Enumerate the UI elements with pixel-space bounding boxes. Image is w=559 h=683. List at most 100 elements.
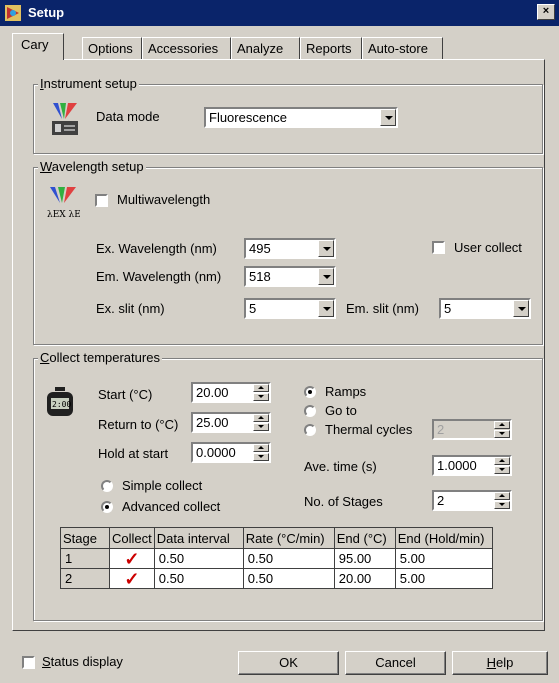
go-to-label: Go to	[325, 403, 357, 418]
spin-down-icon[interactable]	[253, 393, 269, 401]
em-wavelength-label: Em. Wavelength (nm)	[96, 269, 222, 284]
return-to-label: Return to (°C)	[98, 417, 179, 432]
help-button[interactable]: Help	[452, 651, 548, 675]
ex-wavelength-value: 495	[249, 241, 271, 256]
table-row: 1 ✓ 0.50 0.50 95.00 5.00	[60, 548, 493, 569]
collect-temperatures-label: Collect temperatures	[38, 350, 162, 365]
spin-down-icon[interactable]	[253, 423, 269, 431]
tab-reports[interactable]: Reports	[300, 37, 362, 59]
user-collect-label: User collect	[454, 240, 522, 255]
start-label: Start (°C)	[98, 387, 153, 402]
return-to-spinner[interactable]: 25.00	[191, 412, 271, 433]
end-temp-cell[interactable]: 20.00	[333, 568, 396, 589]
table-row: 2 ✓ 0.50 0.50 20.00 5.00	[60, 568, 493, 589]
svg-text:2:00: 2:00	[52, 400, 71, 409]
collect-cell[interactable]: ✓	[109, 568, 155, 589]
ok-button[interactable]: OK	[238, 651, 339, 675]
wavelength-setup-label: Wavelength setup	[38, 159, 146, 174]
spin-up-icon[interactable]	[494, 492, 510, 500]
timer-icon: 2:00	[47, 387, 73, 416]
tab-accessories[interactable]: Accessories	[142, 37, 231, 59]
multiwavelength-checkbox[interactable]	[95, 194, 108, 207]
close-button[interactable]: ×	[537, 4, 555, 20]
instrument-setup-group: Instrument setup Data mode Fluorescence	[33, 76, 543, 154]
column-header[interactable]: End (°C)	[333, 527, 396, 549]
spin-down-icon[interactable]	[494, 430, 510, 438]
collect-temperatures-group: Collect temperatures 2:00 Start (°C) 20.…	[33, 350, 543, 621]
advanced-collect-radio[interactable]	[101, 501, 113, 513]
hold-at-start-spinner[interactable]: 0.0000	[191, 442, 271, 463]
em-slit-value: 5	[444, 301, 452, 316]
rate-cell[interactable]: 0.50	[242, 568, 335, 589]
data-mode-select[interactable]: Fluorescence	[204, 107, 398, 128]
end-hold-cell[interactable]: 5.00	[394, 568, 493, 589]
user-collect-checkbox[interactable]	[432, 241, 445, 254]
spin-up-icon[interactable]	[253, 414, 269, 422]
thermal-cycles-radio[interactable]	[304, 424, 316, 436]
chevron-down-icon[interactable]	[513, 300, 529, 317]
multiwavelength-label: Multiwavelength	[117, 192, 211, 207]
column-header[interactable]: End (Hold/min)	[394, 527, 493, 549]
em-slit-select[interactable]: 5	[439, 298, 531, 319]
chevron-down-icon[interactable]	[318, 240, 334, 257]
wavelength-icon: λEX λEM	[47, 187, 80, 220]
tab-cary[interactable]: Cary	[12, 33, 64, 60]
em-wavelength-select[interactable]: 518	[244, 266, 336, 287]
end-hold-cell[interactable]: 5.00	[394, 548, 493, 569]
spin-up-icon[interactable]	[494, 457, 510, 465]
ave-time-label: Ave. time (s)	[304, 459, 377, 474]
spin-up-icon[interactable]	[253, 444, 269, 452]
data-mode-label: Data mode	[96, 109, 160, 124]
spin-down-icon[interactable]	[253, 453, 269, 461]
chevron-down-icon[interactable]	[318, 300, 334, 317]
thermal-cycles-spinner[interactable]: 2	[432, 419, 512, 440]
tab-options[interactable]: Options	[82, 37, 142, 59]
app-icon	[5, 5, 21, 21]
window-title: Setup	[28, 5, 65, 20]
spin-down-icon[interactable]	[494, 466, 510, 474]
ave-time-spinner[interactable]: 1.0000	[432, 455, 512, 476]
stages-spinner[interactable]: 2	[432, 490, 512, 511]
check-icon: ✓	[124, 548, 140, 569]
tab-analyze[interactable]: Analyze	[231, 37, 300, 59]
status-display-label: Status display	[42, 654, 123, 669]
simple-collect-label: Simple collect	[122, 478, 203, 493]
spin-up-icon[interactable]	[494, 421, 510, 429]
status-display-checkbox[interactable]	[22, 656, 35, 669]
check-icon: ✓	[124, 568, 140, 589]
ex-wavelength-select[interactable]: 495	[244, 238, 336, 259]
stages-value: 2	[437, 493, 445, 508]
title-bar: Setup ×	[0, 0, 559, 26]
ex-slit-select[interactable]: 5	[244, 298, 336, 319]
instrument-setup-label: Instrument setup	[38, 76, 139, 91]
ramps-label: Ramps	[325, 384, 367, 399]
simple-collect-radio[interactable]	[101, 480, 113, 492]
column-header[interactable]: Collect	[109, 527, 155, 549]
spin-up-icon[interactable]	[253, 384, 269, 392]
rate-cell[interactable]: 0.50	[242, 548, 335, 569]
chevron-down-icon[interactable]	[380, 109, 396, 126]
cancel-button[interactable]: Cancel	[345, 651, 446, 675]
go-to-radio[interactable]	[304, 405, 316, 417]
start-spinner[interactable]: 20.00	[191, 382, 271, 403]
column-header[interactable]: Rate (°C/min)	[242, 527, 335, 549]
ramps-radio[interactable]	[304, 386, 316, 398]
data-interval-cell[interactable]: 0.50	[153, 568, 244, 589]
em-slit-label: Em. slit (nm)	[346, 301, 419, 316]
ex-slit-label: Ex. slit (nm)	[96, 301, 165, 316]
column-header[interactable]: Data interval	[153, 527, 244, 549]
data-interval-cell[interactable]: 0.50	[153, 548, 244, 569]
end-temp-cell[interactable]: 95.00	[333, 548, 396, 569]
tab-auto-store[interactable]: Auto-store	[362, 37, 443, 59]
chevron-down-icon[interactable]	[318, 268, 334, 285]
table-header-row: Stage Collect Data interval Rate (°C/min…	[60, 527, 493, 549]
return-to-value: 25.00	[196, 415, 229, 430]
spin-down-icon[interactable]	[494, 501, 510, 509]
stage-cell[interactable]: 2	[60, 568, 110, 589]
stage-cell[interactable]: 1	[60, 548, 110, 569]
column-header[interactable]: Stage	[60, 527, 110, 549]
ex-wavelength-label: Ex. Wavelength (nm)	[96, 241, 217, 256]
stages-label: No. of Stages	[304, 494, 383, 509]
hold-at-start-value: 0.0000	[196, 445, 236, 460]
collect-cell[interactable]: ✓	[109, 548, 155, 569]
